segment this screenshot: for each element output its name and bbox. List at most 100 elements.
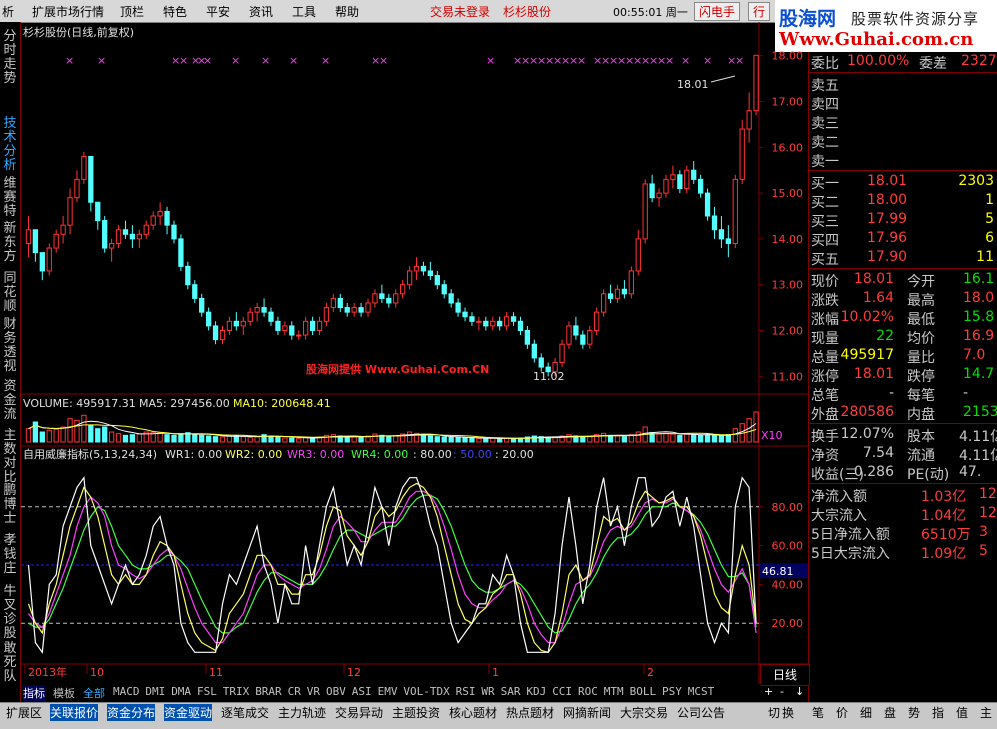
buy-volume: 11 <box>976 249 994 265</box>
indicator-tab-15[interactable]: RSI <box>456 685 476 698</box>
status-right-tab-2[interactable]: 笔 <box>812 704 824 721</box>
left-tab-6[interactable]: 资金流 <box>2 380 18 422</box>
candle-body <box>316 320 323 331</box>
weibi-value: 100.00% <box>847 53 910 69</box>
period-selector[interactable]: 日线 <box>760 664 810 686</box>
left-tab-8[interactable]: 鹏博士 <box>2 484 18 526</box>
status-tab-11[interactable]: 大宗交易 <box>620 704 668 721</box>
status-right-tab-4[interactable]: 细 <box>860 704 872 721</box>
scroll-down-button[interactable]: ↓ <box>795 685 804 698</box>
indicator-tab-13[interactable]: EMV <box>378 685 398 698</box>
stock-name-link[interactable]: 杉杉股份 <box>503 3 551 20</box>
menu-item-topbar[interactable]: 顶栏 <box>120 3 144 20</box>
menu-item-help[interactable]: 帮助 <box>335 3 359 20</box>
flash-trade-button[interactable]: 闪电手 <box>694 2 741 21</box>
indicator-tab-23[interactable]: PSY <box>662 685 682 698</box>
left-tab-2[interactable]: 维赛特 <box>2 177 18 219</box>
date-tick-label: 11 <box>209 666 223 679</box>
status-tab-9[interactable]: 热点题材 <box>506 704 554 721</box>
volume-bar <box>296 438 302 443</box>
indicator-tab-4[interactable]: DMI <box>145 685 165 698</box>
indicator-tab-11[interactable]: OBV <box>326 685 346 698</box>
left-tab-5[interactable]: 财务透视 <box>2 318 18 374</box>
menu-item-special[interactable]: 特色 <box>163 3 187 20</box>
status-right-tab-5[interactable]: 盘 <box>884 704 896 721</box>
menu-item-pingan[interactable]: 平安 <box>206 3 230 20</box>
flow-label: 大宗流入 <box>811 508 867 524</box>
zoom-out-button[interactable]: - <box>780 685 784 698</box>
indicator-tab-3[interactable]: MACD <box>113 685 140 698</box>
indicator-tab-21[interactable]: MTM <box>604 685 624 698</box>
stat-label-2: 最高 <box>907 293 935 309</box>
indicator-tab-17[interactable]: SAR <box>501 685 521 698</box>
zoom-in-button[interactable]: + <box>764 685 773 698</box>
candle-body <box>226 320 233 331</box>
status-right-tab-9[interactable]: 主 <box>980 704 992 721</box>
indicator-tab-1[interactable]: 模板 <box>53 685 75 701</box>
status-right-tab-6[interactable]: 势 <box>908 704 920 721</box>
status-right-tab-8[interactable]: 值 <box>956 704 968 721</box>
indicator-tab-2[interactable]: 全部 <box>83 685 105 701</box>
status-right-tab-1[interactable]: 换 <box>782 704 794 721</box>
left-tab-1[interactable]: 技术分析 <box>2 117 18 173</box>
indicator-tab-0[interactable]: 指标 <box>23 685 45 701</box>
signal-marker: × <box>703 54 712 67</box>
stat-row-2: 涨幅 10.02% 最低 15.8 <box>809 308 997 328</box>
left-tab-7[interactable]: 主数对比 <box>2 429 18 485</box>
status-tab-12[interactable]: 公司公告 <box>677 704 725 721</box>
candle-body <box>711 215 718 231</box>
status-tab-3[interactable]: 资金驱动 <box>164 704 213 721</box>
indicator-tab-6[interactable]: FSL <box>197 685 217 698</box>
left-tab-9[interactable]: 孝钱庄 <box>2 534 18 576</box>
wr1-value: WR1: 0.00 <box>165 448 222 461</box>
fin-label-2: 流通 <box>907 448 935 464</box>
trade-button[interactable]: 行 <box>748 2 771 21</box>
status-right-tab-7[interactable]: 指 <box>932 704 944 721</box>
indicator-tab-14[interactable]: VOL-TDX <box>403 685 449 698</box>
left-tab-4[interactable]: 同花顺 <box>2 272 18 314</box>
status-tab-7[interactable]: 主题投资 <box>392 704 440 721</box>
indicator-tab-5[interactable]: DMA <box>171 685 191 698</box>
stat-row-6: 总笔 - 每笔 - <box>809 384 997 404</box>
candle-body <box>164 210 170 226</box>
menu-item-tools[interactable]: 工具 <box>292 3 316 20</box>
indicator-tab-12[interactable]: ASI <box>352 685 372 698</box>
buy-row-2: 买三 17.99 5 <box>809 210 997 230</box>
status-tab-2[interactable]: 资金分布 <box>107 704 156 721</box>
indicator-tab-10[interactable]: VR <box>307 685 320 698</box>
indicator-tab-24[interactable]: MCST <box>688 685 715 698</box>
indicator-tab-16[interactable]: WR <box>481 685 494 698</box>
indicator-tab-7[interactable]: TRIX <box>223 685 250 698</box>
status-tab-8[interactable]: 核心题材 <box>449 704 497 721</box>
indicator-tab-22[interactable]: BOLL <box>630 685 657 698</box>
status-tab-4[interactable]: 逐笔成交 <box>221 704 269 721</box>
status-tab-6[interactable]: 交易异动 <box>335 704 383 721</box>
indicator-tab-bar: 指标 模板 全部 MACD DMI DMA FSL TRIX BRAR CR VR OBV ASI EMV… <box>21 684 761 701</box>
menu-item-news[interactable]: 资讯 <box>249 3 273 20</box>
status-tab-5[interactable]: 主力轨迹 <box>278 704 326 721</box>
left-tab-0[interactable]: 分时走势 <box>2 30 18 86</box>
left-tab-10[interactable]: 牛叉诊股 <box>2 585 18 641</box>
menu-item-ext-market[interactable]: 扩展市场行情 <box>32 3 104 20</box>
status-tab-0[interactable]: 扩展区 <box>6 704 42 721</box>
volume-ma10: MA10: 200648.41 <box>233 397 331 410</box>
status-right-tab-3[interactable]: 价 <box>836 704 848 721</box>
menu-item-analysis[interactable]: 析 <box>2 3 14 20</box>
left-tab-3[interactable]: 新东方 <box>2 222 18 264</box>
left-tab-11[interactable]: 敢死队 <box>2 642 18 684</box>
indicator-tab-8[interactable]: BRAR <box>255 685 282 698</box>
status-right-tab-0[interactable]: 切 <box>768 704 780 721</box>
wr-level-20: : 20.00 <box>495 448 534 461</box>
kline-chart[interactable]: 杉杉股份(日线,前复权) VOLUME: 495917.31 MA5: 297456… <box>21 22 808 684</box>
buy-label: 买一 <box>811 176 839 192</box>
indicator-tab-20[interactable]: ROC <box>578 685 598 698</box>
indicator-tab-19[interactable]: CCI <box>552 685 572 698</box>
trade-login-status[interactable]: 交易未登录 <box>430 3 490 20</box>
candle-body <box>247 311 253 322</box>
status-tab-10[interactable]: 网摘新闻 <box>563 704 611 721</box>
candle-body <box>614 288 621 299</box>
status-tab-1[interactable]: 关联报价 <box>50 704 99 721</box>
indicator-tab-9[interactable]: CR <box>288 685 301 698</box>
indicator-tab-18[interactable]: KDJ <box>526 685 546 698</box>
signal-marker: × <box>665 54 674 67</box>
